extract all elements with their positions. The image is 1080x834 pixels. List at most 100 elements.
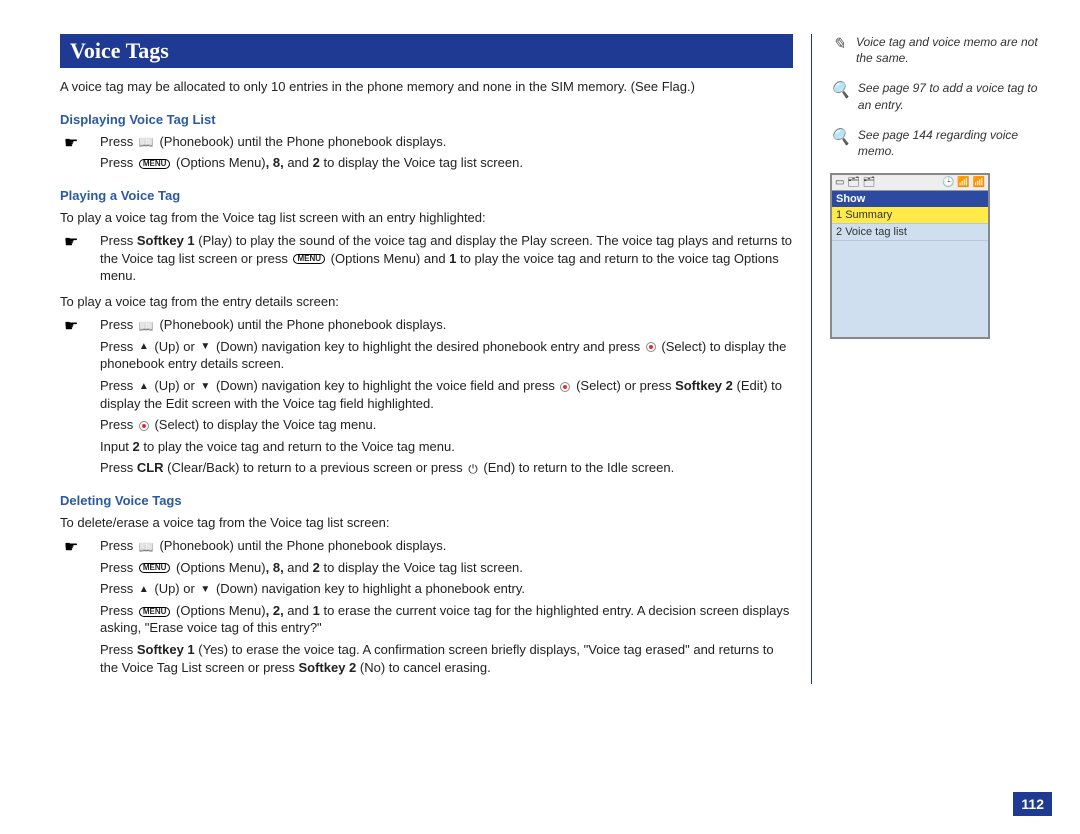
menu-icon: MENU bbox=[293, 254, 325, 264]
text: and bbox=[284, 560, 313, 575]
list-item: Press CLR (Clear/Back) to return to a pr… bbox=[60, 459, 793, 477]
heading-display-list: Displaying Voice Tag List bbox=[60, 112, 793, 127]
list-item: Press (Phonebook) until the Phone phoneb… bbox=[60, 316, 793, 334]
text: Press bbox=[100, 560, 137, 575]
steps-deleting: Press (Phonebook) until the Phone phoneb… bbox=[60, 537, 793, 676]
text: to play the voice tag and return to the … bbox=[140, 439, 455, 454]
text: (Clear/Back) to return to a previous scr… bbox=[164, 460, 467, 475]
text: (Up) or bbox=[151, 339, 199, 354]
list-item: Press Softkey 1 (Yes) to erase the voice… bbox=[60, 641, 793, 676]
text: Press bbox=[100, 603, 137, 618]
list-item: Press (Up) or (Down) navigation key to h… bbox=[60, 338, 793, 373]
list-item: Press MENU (Options Menu), 8, and 2 to d… bbox=[60, 559, 793, 577]
text: (Phonebook) until the Phone phonebook di… bbox=[159, 538, 446, 553]
text: (Down) navigation key to highlight the d… bbox=[212, 339, 643, 354]
list-item: Press (Up) or (Down) navigation key to h… bbox=[60, 580, 793, 598]
text: (Options Menu) and bbox=[327, 251, 449, 266]
menu-icon: MENU bbox=[139, 159, 171, 169]
status-left-icons: ▭ 🗂 🗂 bbox=[835, 177, 875, 188]
text: and bbox=[284, 603, 313, 618]
bold-text: Softkey 2 bbox=[298, 660, 356, 675]
intro-text: A voice tag may be allocated to only 10 … bbox=[60, 78, 793, 96]
bold-text: 2 bbox=[133, 439, 140, 454]
select-icon bbox=[646, 342, 656, 352]
select-icon bbox=[139, 421, 149, 431]
page-root: Voice Tags A voice tag may be allocated … bbox=[0, 0, 1080, 754]
lead-text-3: To delete/erase a voice tag from the Voi… bbox=[60, 514, 793, 532]
text: (Options Menu) bbox=[176, 155, 266, 170]
status-right-icons: 🕒 📶 📶 bbox=[942, 177, 985, 188]
text: Press bbox=[100, 233, 137, 248]
page-number: 112 bbox=[1013, 792, 1052, 816]
text: Press bbox=[100, 378, 137, 393]
text: to display the Voice tag list screen. bbox=[320, 560, 523, 575]
text: (Options Menu) bbox=[172, 560, 265, 575]
note-item: 🔍 See page 144 regarding voice memo. bbox=[830, 127, 1052, 159]
phonebook-icon bbox=[139, 320, 154, 332]
bold-text: 1 bbox=[313, 603, 320, 618]
list-item: Press (Select) to display the Voice tag … bbox=[60, 416, 793, 434]
list-item: Press MENU (Options Menu), 2, and 1 to e… bbox=[60, 602, 793, 637]
steps-playing-1: Press Softkey 1 (Play) to play the sound… bbox=[60, 232, 793, 285]
phone-body: 1 Summary 2 Voice tag list bbox=[832, 207, 988, 337]
phone-list-row: 2 Voice tag list bbox=[832, 224, 988, 241]
note-text: See page 144 regarding voice memo. bbox=[858, 127, 1052, 159]
page-title: Voice Tags bbox=[60, 34, 793, 68]
bold-text: Softkey 2 bbox=[675, 378, 733, 393]
list-item: Press (Phonebook) until the Phone phoneb… bbox=[60, 537, 793, 555]
bold-text: 2 bbox=[313, 155, 320, 170]
select-icon bbox=[560, 382, 570, 392]
menu-icon: MENU bbox=[139, 607, 171, 617]
text: (Phonebook) until the Phone phonebook di… bbox=[159, 317, 446, 332]
bold-text: , 2, bbox=[266, 603, 284, 618]
list-item: Press (Up) or (Down) navigation key to h… bbox=[60, 377, 793, 412]
note-text: See page 97 to add a voice tag to an ent… bbox=[858, 80, 1052, 112]
lead-text-2: To play a voice tag from the entry detai… bbox=[60, 293, 793, 311]
note-item: 🔍 See page 97 to add a voice tag to an e… bbox=[830, 80, 1052, 112]
row-label: Voice tag list bbox=[845, 226, 907, 238]
text: (Down) navigation key to highlight the v… bbox=[212, 378, 558, 393]
heading-playing: Playing a Voice Tag bbox=[60, 188, 793, 203]
bold-text: , 8, bbox=[266, 560, 284, 575]
list-item: Press MENU (Options Menu), 8, and 2 to d… bbox=[60, 154, 793, 172]
text: and bbox=[284, 155, 313, 170]
row-num: 1 bbox=[836, 209, 842, 221]
row-label: Summary bbox=[845, 209, 892, 221]
text: Press bbox=[100, 339, 137, 354]
up-icon bbox=[139, 585, 149, 595]
down-icon bbox=[200, 585, 210, 595]
steps-playing-2: Press (Phonebook) until the Phone phoneb… bbox=[60, 316, 793, 476]
text: Press bbox=[100, 460, 137, 475]
text: (Up) or bbox=[151, 378, 199, 393]
text: (End) to return to the Idle screen. bbox=[480, 460, 674, 475]
bold-text: CLR bbox=[137, 460, 164, 475]
phone-status-bar: ▭ 🗂 🗂 🕒 📶 📶 bbox=[832, 175, 988, 191]
text: (Options Menu) bbox=[172, 603, 265, 618]
up-icon bbox=[139, 382, 149, 392]
phone-header: Show bbox=[832, 191, 988, 207]
down-icon bbox=[200, 342, 210, 352]
list-item: Input 2 to play the voice tag and return… bbox=[60, 438, 793, 456]
text: Press bbox=[100, 155, 133, 170]
note-text: Voice tag and voice memo are not the sam… bbox=[856, 34, 1052, 66]
text: (Up) or bbox=[151, 581, 199, 596]
steps-display-list: Press (Phonebook) until the Phone phoneb… bbox=[60, 133, 793, 172]
text: (No) to cancel erasing. bbox=[356, 660, 490, 675]
magnifier-icon: 🔍 bbox=[830, 127, 850, 159]
main-column: Voice Tags A voice tag may be allocated … bbox=[60, 34, 811, 684]
text: Press bbox=[100, 538, 133, 553]
bold-text: , 8, bbox=[266, 155, 284, 170]
magnifier-icon: 🔍 bbox=[830, 80, 850, 112]
note-item: ✎ Voice tag and voice memo are not the s… bbox=[830, 34, 1052, 66]
lead-text: To play a voice tag from the Voice tag l… bbox=[60, 209, 793, 227]
phonebook-icon bbox=[139, 136, 154, 148]
note-icon: ✎ bbox=[830, 34, 848, 66]
text: to display the Voice tag list screen. bbox=[320, 155, 523, 170]
phone-screenshot: ▭ 🗂 🗂 🕒 📶 📶 Show 1 Summary 2 Voice tag l… bbox=[830, 173, 990, 339]
menu-icon: MENU bbox=[139, 563, 171, 573]
text: Press bbox=[100, 581, 137, 596]
text: (Phonebook) until the Phone phonebook di… bbox=[159, 134, 446, 149]
text: (Down) navigation key to highlight a pho… bbox=[212, 581, 525, 596]
down-icon bbox=[200, 382, 210, 392]
text: Press bbox=[100, 417, 137, 432]
